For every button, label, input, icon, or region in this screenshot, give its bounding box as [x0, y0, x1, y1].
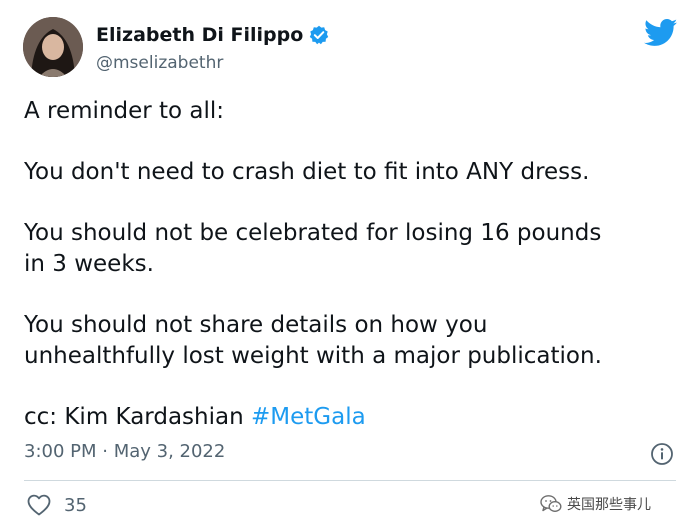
tweet-paragraph: cc: Kim Kardashian #MetGala [24, 402, 684, 433]
tweet-paragraph: You don't need to crash diet to fit into… [24, 159, 590, 185]
tweet-timestamp[interactable]: 3:00 PM · May 3, 2022 [24, 441, 225, 462]
twitter-bird-icon[interactable] [644, 19, 678, 47]
tweet-paragraph: You should not share details on how you … [24, 310, 684, 372]
author-display-name[interactable]: Elizabeth Di Filippo [96, 24, 303, 46]
watermark: 英国那些事儿 [540, 494, 651, 514]
avatar[interactable] [23, 17, 83, 77]
tweet-line: unhealthfully lost weight with a major p… [24, 343, 602, 369]
author-handle[interactable]: @mselizabethr [96, 53, 223, 73]
tweet-line: You should not share details on how you [24, 312, 488, 338]
verified-badge-icon [309, 25, 329, 45]
tweet-line: cc: Kim Kardashian [24, 404, 251, 430]
hashtag-link[interactable]: #MetGala [251, 404, 366, 430]
tweet-card: Elizabeth Di Filippo @mselizabethr A rem… [0, 0, 700, 532]
tweet-paragraph: You should not be celebrated for losing … [24, 218, 684, 280]
wechat-logo-icon [540, 494, 562, 514]
divider [24, 480, 676, 481]
like-count: 35 [64, 495, 87, 516]
info-icon[interactable] [650, 442, 674, 466]
tweet-text: A reminder to all: You don't need to cra… [24, 96, 684, 433]
tweet-paragraph: A reminder to all: [24, 98, 225, 124]
heart-icon[interactable] [27, 494, 51, 516]
tweet-line: in 3 weeks. [24, 251, 154, 277]
tweet-line: You should not be celebrated for losing … [24, 220, 602, 246]
watermark-text: 英国那些事儿 [567, 497, 651, 513]
